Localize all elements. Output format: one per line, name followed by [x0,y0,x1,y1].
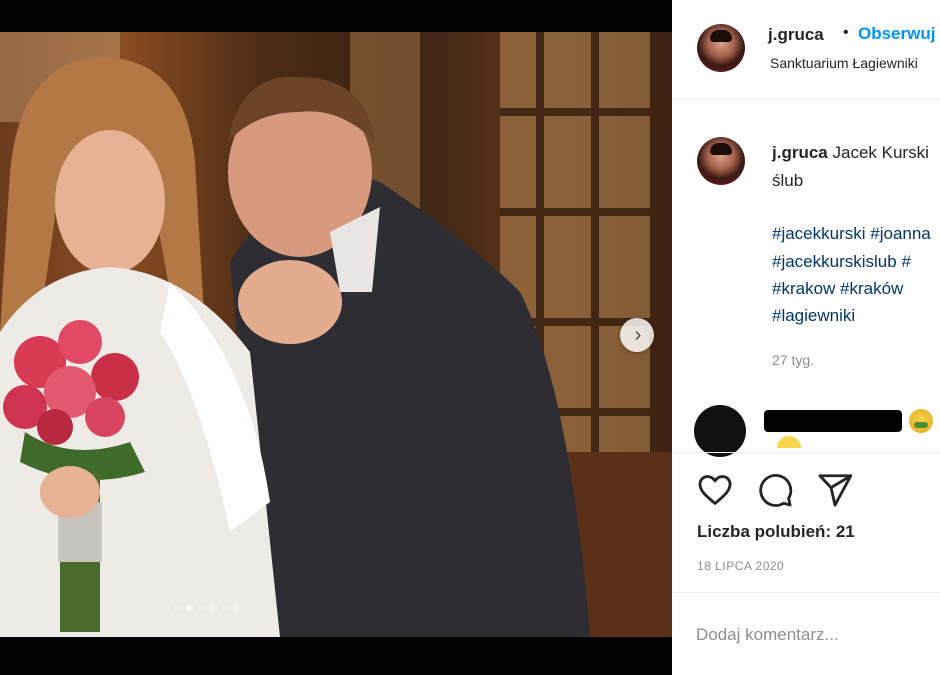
comment-input[interactable] [696,621,936,649]
post-date: 18 LIPCA 2020 [697,559,785,573]
post-actions: Liczba polubień: 21 18 LIPCA 2020 [672,452,940,592]
hashtag-line[interactable]: #jacekkurski #joanna [772,224,931,244]
hashtag-line[interactable]: #lagiewniki [772,306,855,326]
caption-avatar[interactable] [697,137,745,185]
add-comment-section [672,592,940,675]
photo-illustration [0,32,672,637]
post-media: › [0,0,672,675]
hashtag-line[interactable]: #krakow #kraków [772,279,903,299]
paper-plane-icon[interactable] [816,471,854,509]
carousel-dot [174,605,180,611]
caption-timestamp: 27 tyg. [772,352,815,368]
carousel-dot [210,605,216,611]
likes-count[interactable]: Liczba polubień: 21 [697,522,855,542]
avatar[interactable] [697,24,745,72]
heart-icon[interactable] [696,471,734,509]
chevron-right-icon: › [634,324,642,346]
carousel-dot [222,605,228,611]
post-photo[interactable] [0,32,672,637]
separator-dot: • [843,24,849,41]
caption-line-1: j.gruca Jacek Kurski [772,143,929,163]
location-link[interactable]: Sanktuarium Łagiewniki [770,55,918,71]
emoji-icon [777,436,801,448]
nauseated-emoji-icon [909,409,933,433]
caption-username[interactable]: j.gruca [772,143,828,162]
follow-button[interactable]: Obserwuj [858,24,935,44]
redacted-commenter-name [764,410,902,432]
commenter-avatar[interactable] [694,405,746,457]
header-username[interactable]: j.gruca [768,25,824,45]
carousel-dots [174,605,240,611]
carousel-dot [198,605,204,611]
post-header: j.gruca • Obserwuj Sanktuarium Łagiewnik… [672,0,940,100]
caption-line-2: ślub [772,171,804,190]
caption-text: Jacek Kurski [832,143,929,162]
hashtag-line[interactable]: #jacekkurskislub # [772,252,911,272]
carousel-next-button[interactable]: › [620,318,654,352]
comment-bubble-icon[interactable] [756,471,794,509]
carousel-dot [234,605,240,611]
carousel-dot [186,605,192,611]
post-sidebar: j.gruca • Obserwuj Sanktuarium Łagiewnik… [672,0,940,675]
